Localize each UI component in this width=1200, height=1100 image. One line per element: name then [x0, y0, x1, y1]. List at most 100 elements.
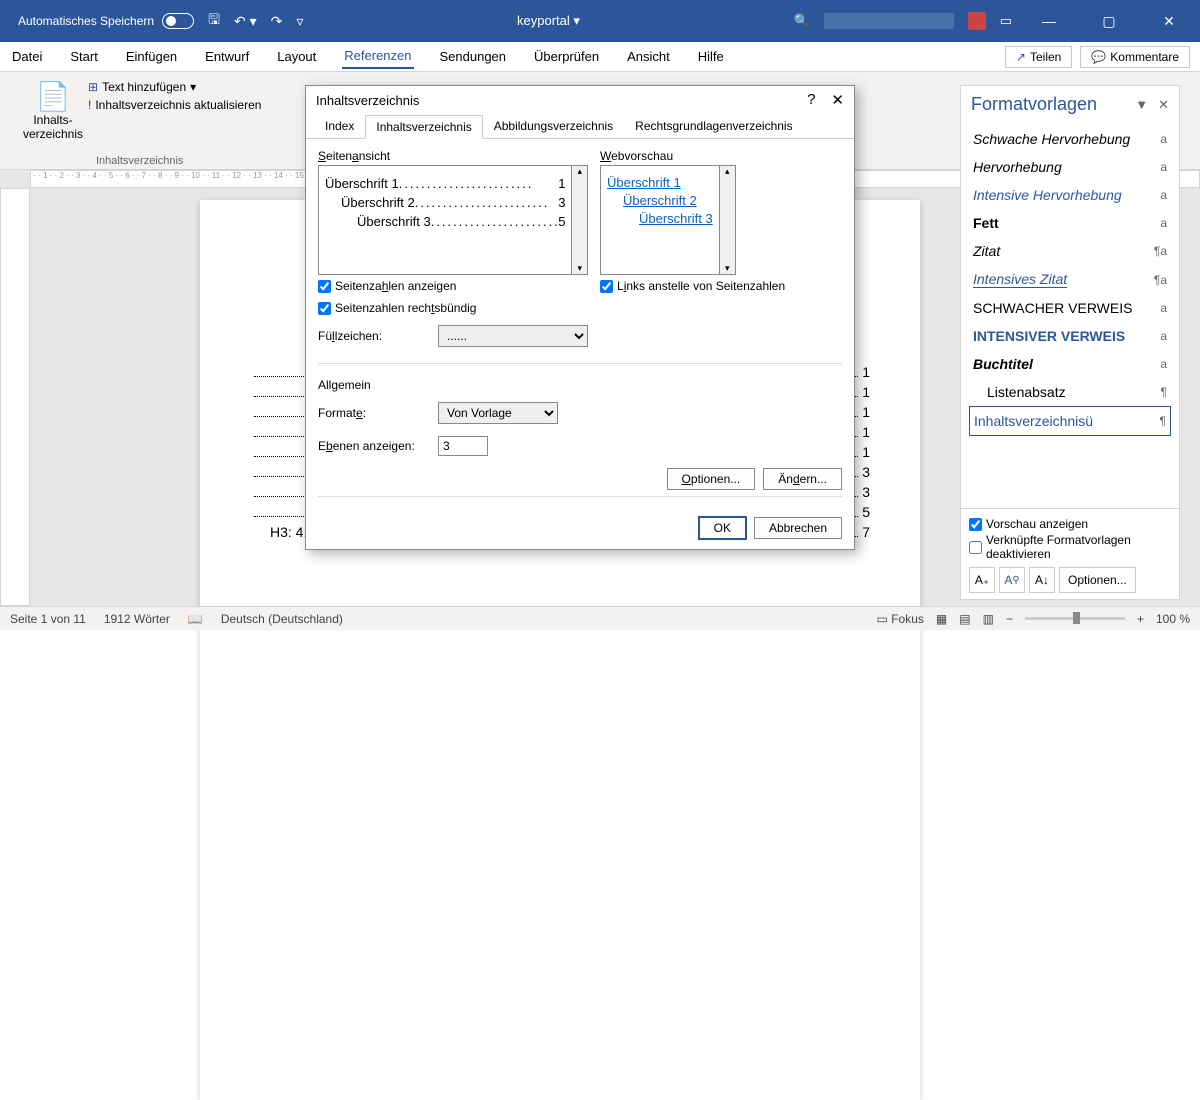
tab-referenzen[interactable]: Referenzen	[342, 44, 413, 69]
chk-rightalign[interactable]: Seitenzahlen rechtsbündig	[318, 301, 588, 315]
ok-button[interactable]: OK	[699, 517, 746, 539]
options-button[interactable]: Optionen...	[667, 468, 756, 490]
style-item[interactable]: Fetta	[969, 209, 1171, 237]
status-bar: Seite 1 von 11 1912 Wörter 📖 Deutsch (De…	[0, 606, 1200, 630]
dtab-abbildung[interactable]: Abbildungsverzeichnis	[483, 114, 624, 138]
dialog-close-icon[interactable]: ✕	[831, 91, 844, 109]
styles-pane-dropdown-icon[interactable]: ▼	[1135, 97, 1148, 113]
undo-icon[interactable]: ↶ ▾	[234, 13, 257, 30]
print-preview-label: Seitenansicht	[318, 149, 588, 163]
qat-dropdown-icon[interactable]: ▿	[296, 13, 303, 30]
style-item[interactable]: Hervorhebunga	[969, 153, 1171, 181]
print-preview-scrollbar[interactable]: ▴▾	[572, 165, 588, 275]
tab-sendungen[interactable]: Sendungen	[438, 45, 509, 68]
comments-button[interactable]: 💬Kommentare	[1080, 46, 1190, 68]
view-web-icon[interactable]: ▥	[983, 612, 994, 626]
levels-label: Ebenen anzeigen:	[318, 439, 428, 453]
ribbon-tabs: Datei Start Einfügen Entwurf Layout Refe…	[0, 42, 1200, 72]
style-item[interactable]: Inhaltsverzeichnisü¶	[969, 406, 1171, 436]
ribbon-group-toc: 📄 Inhalts- verzeichnis ⊞Text hinzufügen …	[10, 76, 269, 169]
add-text-button[interactable]: ⊞Text hinzufügen ▾	[88, 80, 261, 94]
toc-dialog: Inhaltsverzeichnis ? ✕ Index Inhaltsverz…	[305, 85, 855, 550]
linked-checkbox[interactable]: Verknüpfte Formatvorlagen deaktivieren	[969, 533, 1171, 561]
tab-entwurf[interactable]: Entwurf	[203, 45, 251, 68]
style-inspector-button[interactable]: A⚲	[999, 567, 1025, 593]
user-account[interactable]	[824, 13, 954, 29]
zoom-slider[interactable]	[1025, 617, 1125, 620]
style-list[interactable]: Schwache HervorhebungaHervorhebungaInten…	[961, 123, 1179, 508]
view-read-icon[interactable]: ▦	[936, 612, 947, 626]
manage-styles-button[interactable]: A↓	[1029, 567, 1055, 593]
autosave-toggle[interactable]: Automatisches Speichern	[8, 13, 194, 29]
toc-icon: 📄	[36, 80, 71, 113]
document-title: keyportal ▾	[303, 13, 793, 29]
zoom-in-button[interactable]: +	[1137, 612, 1144, 626]
vertical-ruler[interactable]	[0, 188, 30, 606]
minimize-button[interactable]: —	[1026, 13, 1072, 29]
status-language[interactable]: Deutsch (Deutschland)	[221, 612, 343, 626]
levels-spinner[interactable]	[438, 436, 488, 456]
tab-hilfe[interactable]: Hilfe	[696, 45, 726, 68]
zoom-out-button[interactable]: −	[1006, 612, 1013, 626]
style-item[interactable]: SCHWACHER VERWEISa	[969, 294, 1171, 322]
style-item[interactable]: Listenabsatz¶	[969, 378, 1171, 406]
focus-mode-button[interactable]: ▭ Fokus	[877, 612, 924, 626]
zoom-level[interactable]: 100 %	[1156, 612, 1190, 626]
tab-layout[interactable]: Layout	[275, 45, 318, 68]
fill-select[interactable]: ......	[438, 325, 588, 347]
tab-ansicht[interactable]: Ansicht	[625, 45, 672, 68]
web-preview-label: Webvorschau	[600, 149, 842, 163]
ribbon-group-label: Inhaltsverzeichnis	[18, 155, 261, 169]
tab-start[interactable]: Start	[68, 45, 99, 68]
style-item[interactable]: Intensive Hervorhebunga	[969, 181, 1171, 209]
toc-button[interactable]: 📄 Inhalts- verzeichnis	[18, 76, 88, 141]
toc-button-label: Inhalts- verzeichnis	[23, 113, 83, 141]
autosave-label: Automatisches Speichern	[18, 14, 154, 28]
cancel-button[interactable]: Abbrechen	[754, 517, 842, 539]
chk-links[interactable]: Links anstelle von Seitenzahlen	[600, 279, 842, 293]
chk-pagenums[interactable]: Seitenzahlen anzeigen	[318, 279, 588, 293]
style-item[interactable]: Schwache Hervorhebunga	[969, 125, 1171, 153]
tab-einfuegen[interactable]: Einfügen	[124, 45, 179, 68]
tab-datei[interactable]: Datei	[10, 45, 44, 68]
web-preview-box: Überschrift 1Überschrift 2Überschrift 3	[600, 165, 720, 275]
status-proofing-icon[interactable]: 📖	[188, 612, 203, 626]
dtab-recht[interactable]: Rechtsgrundlagenverzeichnis	[624, 114, 803, 138]
styles-pane-title: Formatvorlagen ▼✕	[961, 86, 1179, 123]
style-item[interactable]: Intensives Zitat¶a	[969, 265, 1171, 294]
dtab-inhaltsverzeichnis[interactable]: Inhaltsverzeichnis	[365, 115, 482, 139]
new-style-button[interactable]: A₊	[969, 567, 995, 593]
redo-icon[interactable]: ↷	[271, 13, 283, 30]
styles-pane-footer: Vorschau anzeigen Verknüpfte Formatvorla…	[961, 508, 1179, 599]
search-icon[interactable]: 🔍	[794, 13, 810, 29]
dialog-help-icon[interactable]: ?	[807, 91, 815, 109]
status-page[interactable]: Seite 1 von 11	[10, 612, 86, 626]
save-icon[interactable]: 🖫	[208, 9, 220, 33]
modify-button[interactable]: Ändern...	[763, 468, 842, 490]
web-preview-scrollbar[interactable]: ▴▾	[720, 165, 736, 275]
maximize-button[interactable]: ▢	[1086, 13, 1132, 30]
dtab-index[interactable]: Index	[314, 114, 365, 138]
style-item[interactable]: INTENSIVER VERWEISa	[969, 322, 1171, 350]
styles-pane-close-icon[interactable]: ✕	[1158, 97, 1169, 113]
toggle-switch-icon[interactable]	[162, 13, 194, 29]
view-print-icon[interactable]: ▤	[959, 612, 970, 626]
fill-label: Füllzeichen:	[318, 329, 428, 343]
title-bar: Automatisches Speichern 🖫 ↶ ▾ ↷ ▿ keypor…	[0, 0, 1200, 42]
status-words[interactable]: 1912 Wörter	[104, 612, 170, 626]
tab-ueberpruefen[interactable]: Überprüfen	[532, 45, 601, 68]
styles-options-button[interactable]: Optionen...	[1059, 567, 1136, 593]
share-button[interactable]: ↗Teilen	[1005, 46, 1072, 68]
print-preview-box: Überschrift 1........................1Üb…	[318, 165, 572, 275]
dialog-titlebar[interactable]: Inhaltsverzeichnis ? ✕	[306, 86, 854, 114]
style-item[interactable]: Buchtitela	[969, 350, 1171, 378]
dialog-tabs: Index Inhaltsverzeichnis Abbildungsverze…	[306, 114, 854, 139]
close-button[interactable]: ✕	[1146, 13, 1192, 30]
user-avatar-icon[interactable]	[968, 12, 986, 30]
update-toc-button[interactable]: !Inhaltsverzeichnis aktualisieren	[88, 98, 261, 112]
style-item[interactable]: Zitat¶a	[969, 237, 1171, 265]
preview-checkbox[interactable]: Vorschau anzeigen	[969, 517, 1171, 531]
format-select[interactable]: Von Vorlage	[438, 402, 558, 424]
ribbon-display-icon[interactable]: ▭	[1000, 13, 1012, 29]
general-section-label: Allgemein	[318, 378, 842, 392]
